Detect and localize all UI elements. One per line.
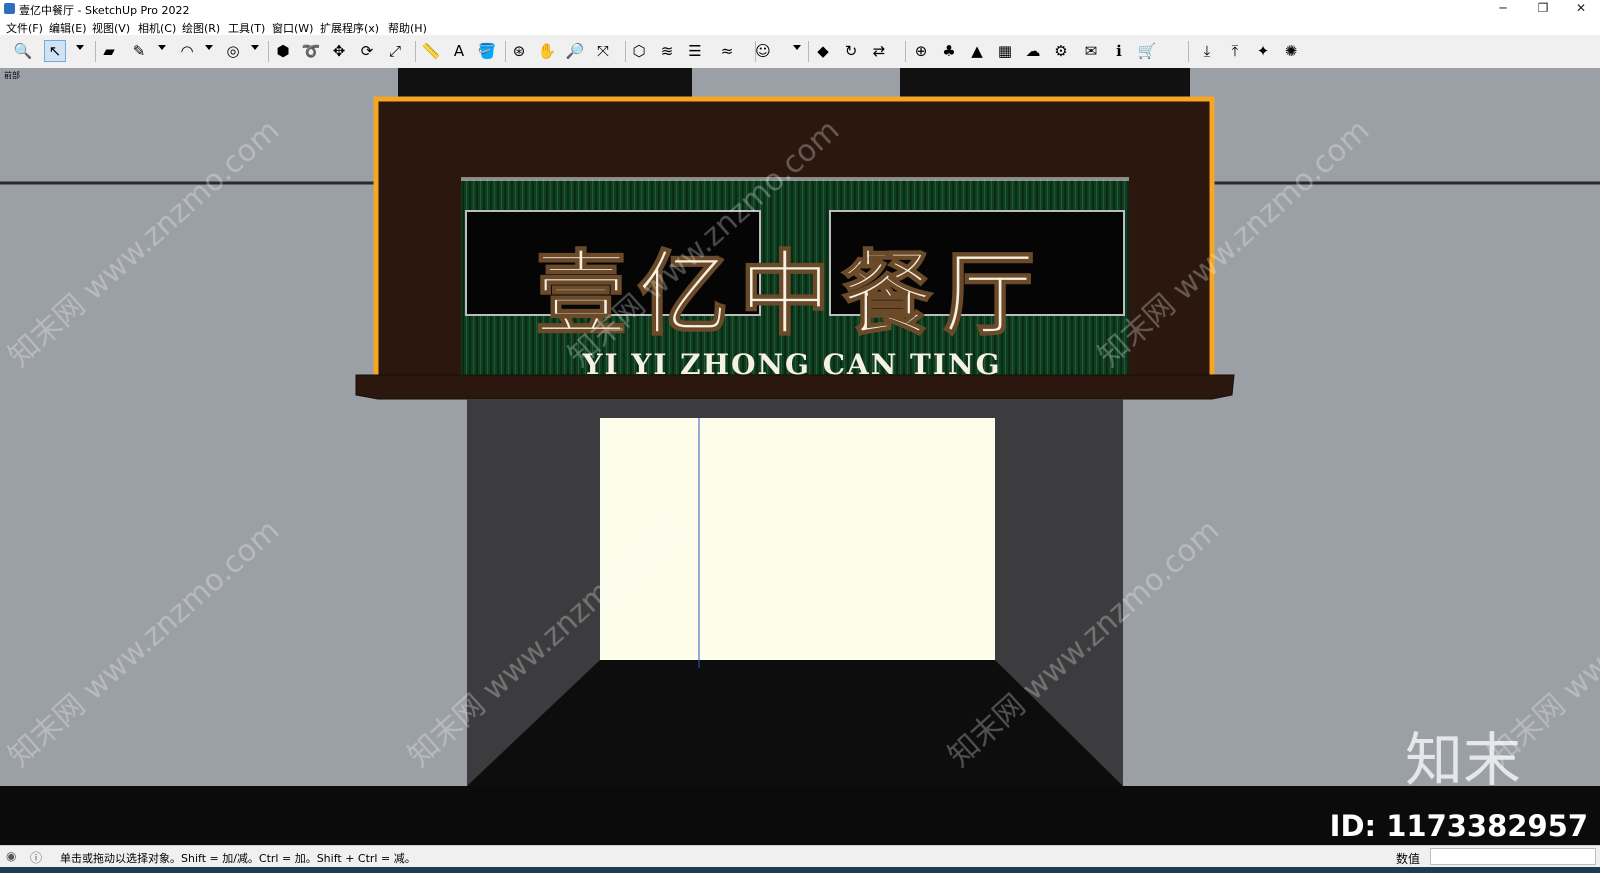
menu-camera[interactable]: 相机(C) xyxy=(138,20,176,36)
layers-icon[interactable]: ☰ xyxy=(684,40,706,62)
import-icon[interactable]: ⤓ xyxy=(1196,40,1218,62)
toolbar-separator xyxy=(905,41,906,62)
rotate-icon[interactable]: ⟳ xyxy=(356,40,378,62)
menu-window[interactable]: 窗口(W) xyxy=(272,20,313,36)
toolbar-separator xyxy=(1188,41,1189,62)
watermark-id: ID: 1173382957 xyxy=(1330,809,1588,843)
sketchup-app-icon xyxy=(4,3,15,14)
components-icon[interactable]: ⬡ xyxy=(628,40,650,62)
account-dropdown-arrow-icon[interactable] xyxy=(793,45,801,50)
scene-tab-label[interactable]: 前部 xyxy=(4,70,20,81)
zoom-icon[interactable]: 🔍 xyxy=(12,40,34,62)
sandbox-icon[interactable]: ≋ xyxy=(656,40,678,62)
extension-warehouse-icon[interactable]: ◆ xyxy=(812,40,834,62)
window-title: 壹亿中餐厅 - SketchUp Pro 2022 xyxy=(19,4,190,17)
tape-measure-icon[interactable]: 📏 xyxy=(420,40,442,62)
scale-icon[interactable]: ⤢ xyxy=(384,40,406,62)
move-icon[interactable]: ✥ xyxy=(328,40,350,62)
eraser-icon[interactable]: ▰ xyxy=(98,40,120,62)
circle-dropdown-arrow-icon[interactable] xyxy=(251,45,259,50)
menu-draw[interactable]: 绘图(R) xyxy=(182,20,220,36)
text-icon[interactable]: A xyxy=(448,40,470,62)
circle-shape-icon[interactable]: ◎ xyxy=(222,40,244,62)
select-arrow-icon[interactable]: ↖ xyxy=(44,40,66,62)
status-hint: 单击或拖动以选择对象。Shift = 加/减。Ctrl = 加。Shift + … xyxy=(60,852,416,865)
paint-bucket-icon[interactable]: 🪣 xyxy=(476,40,498,62)
taskbar-strip xyxy=(0,867,1600,873)
refresh-icon[interactable]: ↻ xyxy=(840,40,862,62)
upper-window-left xyxy=(398,68,692,99)
menu-edit[interactable]: 编辑(E) xyxy=(49,20,87,36)
mail-icon[interactable]: ✉ xyxy=(1080,40,1102,62)
pencil-dropdown-arrow-icon[interactable] xyxy=(158,45,166,50)
toolbar-separator xyxy=(625,41,626,62)
checker-icon[interactable]: ▦ xyxy=(994,40,1016,62)
push-pull-icon[interactable]: ⬢ xyxy=(272,40,294,62)
toolbar-separator xyxy=(95,41,96,62)
orbit-icon[interactable]: ⊛ xyxy=(508,40,530,62)
cloud-upload-icon[interactable]: ☁ xyxy=(1022,40,1044,62)
zoom-view-icon[interactable]: 🔎 xyxy=(564,40,586,62)
menu-bar: 文件(F) 编辑(E) 视图(V) 相机(C) 绘图(R) 工具(T) 窗口(W… xyxy=(0,17,1600,35)
render-icon[interactable]: ✦ xyxy=(1252,40,1274,62)
toolbar-separator xyxy=(755,41,756,62)
storefront-scene: 壹亿中餐厅 YI YI ZHONG CAN TING 知末网 www.znzmo… xyxy=(0,68,1600,845)
select-dropdown-arrow-icon[interactable] xyxy=(76,45,84,50)
toolbar-separator xyxy=(808,41,809,62)
menu-extensions[interactable]: 扩展程序(x) xyxy=(320,20,379,36)
cart-icon[interactable]: 🛒 xyxy=(1136,40,1158,62)
menu-help[interactable]: 帮助(H) xyxy=(388,20,427,36)
gears-icon[interactable]: ⚙ xyxy=(1050,40,1072,62)
close-icon[interactable]: ✕ xyxy=(1566,0,1596,17)
settings-icon[interactable]: ✺ xyxy=(1280,40,1302,62)
toolbar-separator xyxy=(505,41,506,62)
toolbar-separator xyxy=(415,41,416,62)
menu-tools[interactable]: 工具(T) xyxy=(228,20,265,36)
transfer-icon[interactable]: ⇄ xyxy=(868,40,890,62)
pencil-icon[interactable]: ✎ xyxy=(128,40,150,62)
arc-dropdown-arrow-icon[interactable] xyxy=(205,45,213,50)
status-bar: ◉ ⓘ 单击或拖动以选择对象。Shift = 加/减。Ctrl = 加。Shif… xyxy=(0,845,1600,868)
restore-icon[interactable]: ❐ xyxy=(1528,0,1558,17)
info-icon[interactable]: ℹ xyxy=(1108,40,1130,62)
styles-icon[interactable]: ≈ xyxy=(716,40,738,62)
info-status-icon[interactable]: ⓘ xyxy=(30,849,42,866)
export-icon[interactable]: ⤒ xyxy=(1224,40,1246,62)
terrain-icon[interactable]: ▲ xyxy=(966,40,988,62)
geo-location-icon[interactable]: ◉ xyxy=(6,849,16,863)
watermark-logo: 知末 xyxy=(1405,726,1521,794)
zoom-extents-icon[interactable]: ⤧ xyxy=(592,40,614,62)
menu-view[interactable]: 视图(V) xyxy=(92,20,130,36)
minimize-icon[interactable]: ─ xyxy=(1488,0,1518,17)
menu-file[interactable]: 文件(F) xyxy=(6,20,43,36)
toolbar-separator xyxy=(268,41,269,62)
measurements-label: 数值 xyxy=(1396,852,1421,866)
upper-window-right xyxy=(900,68,1190,99)
follow-me-icon[interactable]: ➰ xyxy=(300,40,322,62)
add-location-icon[interactable]: ⊕ xyxy=(910,40,932,62)
arc-icon[interactable]: ◠ xyxy=(176,40,198,62)
measurements-input[interactable] xyxy=(1430,848,1596,865)
model-viewport[interactable]: 壹亿中餐厅 YI YI ZHONG CAN TING 知末网 www.znzmo… xyxy=(0,68,1600,845)
main-toolbar: 🔍 ↖ ▰ ✎ ◠ ◎ ⬢ ➰ ✥ ⟳ ⤢ 📏 A 🪣 ⊛ ✋ 🔎 ⤧ ⬡ ≋ ☰ ≈ ☺ ◆ ↻ ⇄ ⊕ ♣ ▲ ▦ ☁ ⚙ ✉ ℹ 🛒 ⤓ ⤒ ✦ ✺ xyxy=(0,35,1600,69)
pan-icon[interactable]: ✋ xyxy=(536,40,558,62)
tree-icon[interactable]: ♣ xyxy=(938,40,960,62)
awning-ledge xyxy=(355,374,1235,400)
title-bar: 壹亿中餐厅 - SketchUp Pro 2022 ─ ❐ ✕ xyxy=(0,0,1600,17)
